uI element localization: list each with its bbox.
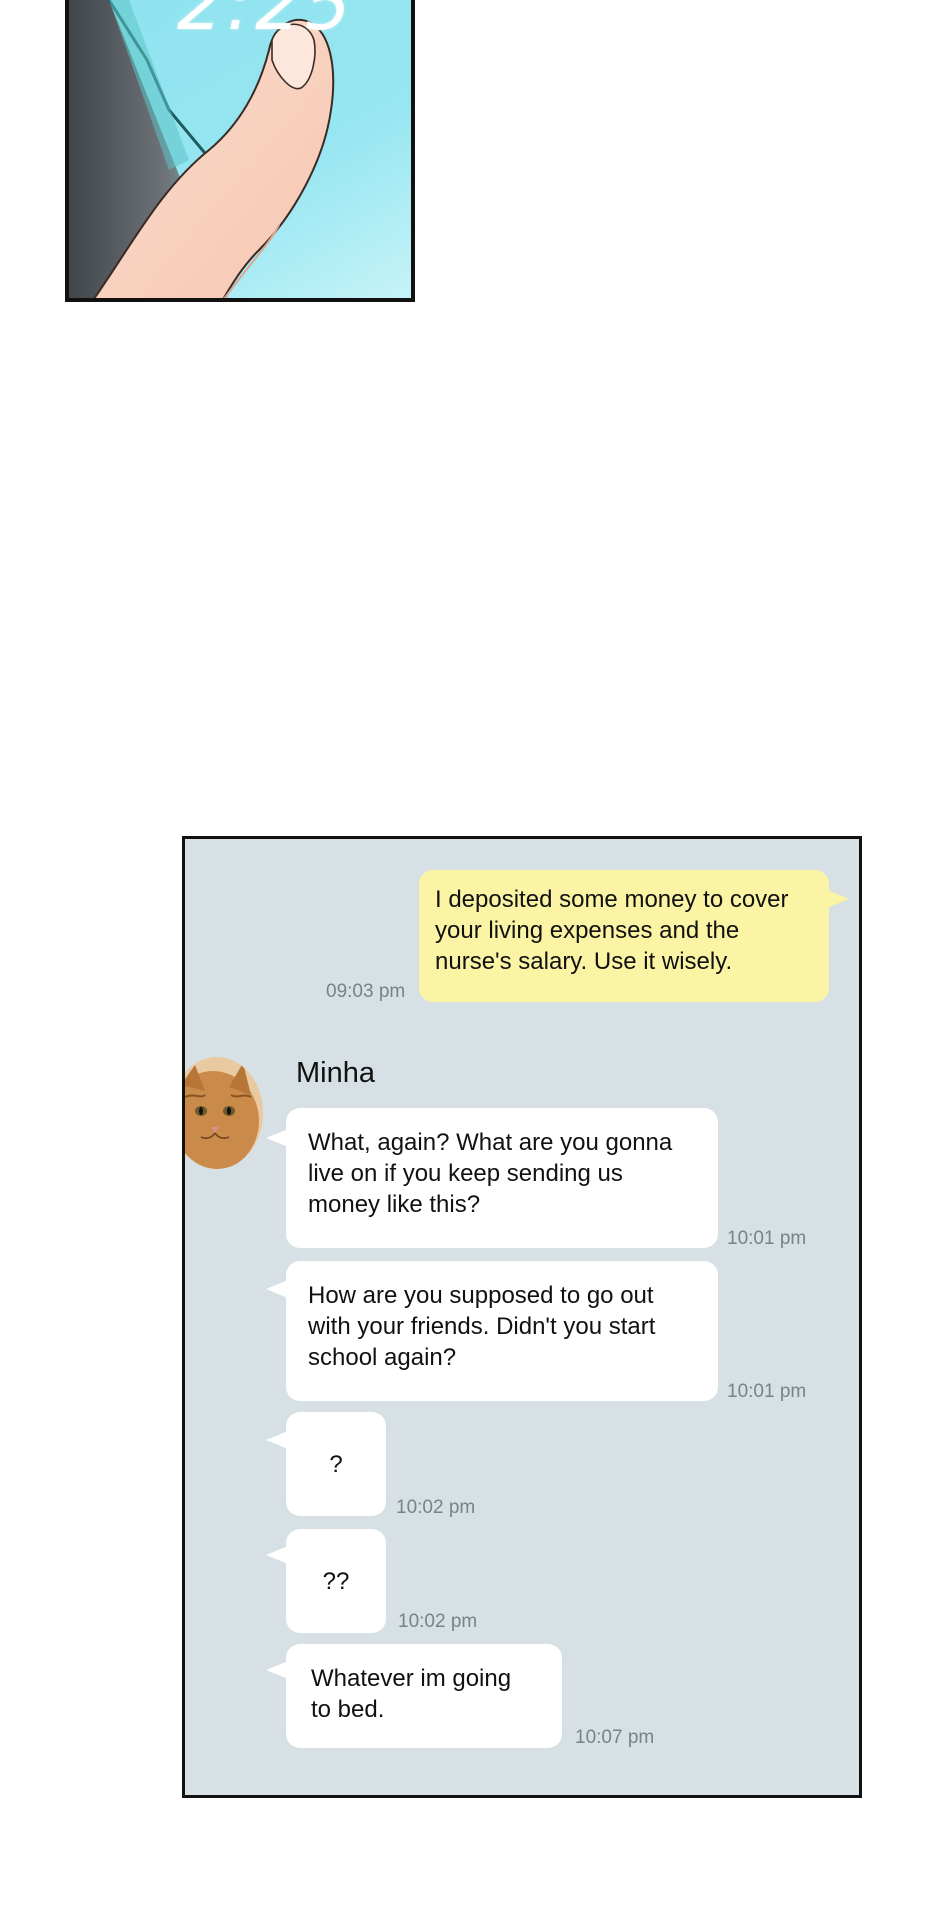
incoming-message-text: ?? [322, 1567, 350, 1595]
incoming-bubble-tail [266, 1431, 288, 1449]
incoming-bubble-tail [266, 1280, 288, 1298]
outgoing-message-text: I deposited some money to cover your liv… [435, 886, 789, 975]
incoming-bubble-tail [266, 1546, 288, 1564]
contact-name: Minha [296, 1057, 375, 1089]
incoming-message-text: ? [329, 1450, 343, 1478]
orange-cat-avatar [185, 1057, 263, 1169]
incoming-bubble-tail [266, 1129, 288, 1147]
comic-panel-phone: 2:25 [65, 0, 415, 302]
incoming-message-time: 10:01 pm [727, 1381, 807, 1402]
incoming-message-bubble: How are you supposed to go out with your… [286, 1261, 718, 1401]
incoming-message-bubble: ? [286, 1412, 386, 1516]
incoming-message-text: How are you supposed to go out with your… [308, 1282, 656, 1371]
incoming-message-bubble: What, again? What are you gonna live on … [286, 1108, 718, 1248]
incoming-message-text: What, again? What are you gonna live on … [308, 1129, 673, 1218]
incoming-message-text: Whatever im going to bed. [311, 1665, 512, 1723]
outgoing-message-time: 09:03 pm [326, 981, 406, 1002]
chat-panel: I deposited some money to cover your liv… [182, 836, 862, 1798]
incoming-message-time: 10:02 pm [398, 1611, 478, 1632]
outgoing-message-bubble: I deposited some money to cover your liv… [419, 870, 829, 1002]
incoming-message-time: 10:07 pm [575, 1727, 655, 1748]
incoming-message-bubble: ?? [286, 1529, 386, 1633]
outgoing-bubble-tail [825, 889, 849, 909]
incoming-message-bubble: Whatever im going to bed. [286, 1644, 562, 1748]
incoming-message-time: 10:01 pm [727, 1228, 807, 1249]
phone-clock-display: 2:25 [177, 0, 355, 46]
incoming-message-time: 10:02 pm [396, 1497, 476, 1518]
incoming-bubble-tail [266, 1661, 288, 1679]
